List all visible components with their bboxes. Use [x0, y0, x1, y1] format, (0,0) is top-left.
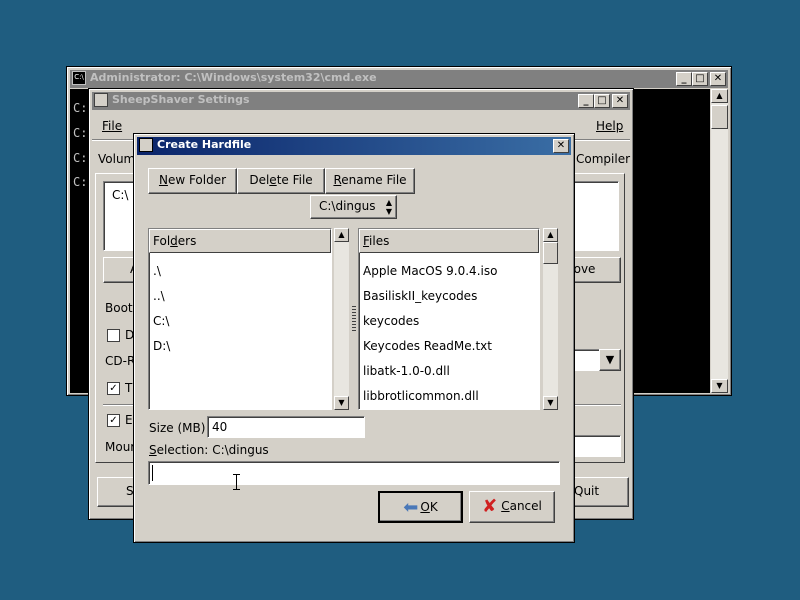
checkbox-label: E — [125, 413, 133, 427]
prompt-line: C: — [73, 101, 88, 115]
quit-button[interactable]: Quit — [569, 477, 629, 507]
folders-list[interactable]: Folders .\ ..\ C:\ D:\ — [148, 228, 332, 410]
rename-file-button[interactable]: Rename File — [325, 168, 415, 194]
scroll-up-icon[interactable]: ▲ — [543, 228, 558, 242]
folders-scrollbar[interactable]: ▲ ▼ — [334, 228, 349, 410]
cancel-button[interactable]: ✘ Cancel — [469, 491, 555, 523]
checkbox-disable-cd[interactable] — [107, 329, 120, 342]
list-item[interactable]: BasiliskII_keycodes — [363, 289, 477, 303]
size-input[interactable]: 40 — [207, 416, 365, 438]
ibeam-cursor-icon — [233, 474, 240, 490]
menu-help[interactable]: Help — [596, 119, 623, 133]
files-scrollbar[interactable]: ▲ ▼ — [543, 228, 558, 410]
close-icon[interactable]: ✕ — [710, 72, 726, 86]
scroll-up-icon[interactable]: ▲ — [334, 228, 349, 242]
scroll-thumb[interactable] — [711, 105, 728, 129]
prompt-line: C: — [73, 126, 88, 140]
mount-label: Mour — [105, 440, 136, 454]
size-label: Size (MB) — [149, 421, 206, 435]
app-icon — [94, 93, 108, 107]
list-item[interactable]: .\ — [153, 264, 161, 278]
tab-volumes[interactable]: Volum — [98, 152, 135, 166]
list-item[interactable]: ..\ — [153, 289, 165, 303]
list-item[interactable]: D:\ — [153, 339, 170, 353]
files-list[interactable]: Files Apple MacOS 9.0.4.iso BasiliskII_k… — [358, 228, 540, 410]
app-icon — [139, 138, 153, 152]
boot-label: Boot — [105, 301, 133, 315]
list-item[interactable]: keycodes — [363, 314, 419, 328]
tab-jit-compiler[interactable]: Compiler — [576, 152, 630, 166]
minimize-icon[interactable]: _ — [578, 94, 594, 108]
list-item[interactable]: C:\ — [112, 188, 128, 202]
filename-input[interactable] — [148, 461, 560, 485]
scroll-down-icon[interactable]: ▼ — [543, 396, 558, 410]
create-hardfile-dialog: Create Hardfile ✕ New Folder Delete File… — [133, 133, 575, 543]
path-combo[interactable]: C:\dingus ▲ ▼ — [310, 195, 397, 219]
dialog-titlebar[interactable]: Create Hardfile ✕ — [137, 137, 571, 155]
files-column-header[interactable]: Files — [359, 229, 539, 253]
new-folder-button[interactable]: New Folder — [148, 168, 237, 194]
close-icon[interactable]: ✕ — [612, 94, 628, 108]
settings-title: SheepShaver Settings — [112, 93, 250, 106]
ok-button[interactable]: ⬅ OK — [378, 491, 463, 523]
cmd-titlebar[interactable]: C:\ Administrator: C:\Windows\system32\c… — [70, 70, 728, 88]
maximize-icon[interactable]: □ — [594, 94, 610, 108]
pane-splitter-handle[interactable] — [352, 306, 356, 332]
cmd-scrollbar[interactable]: ▲ ▼ — [711, 89, 728, 393]
scroll-down-icon[interactable]: ▼ — [711, 379, 728, 393]
size-value: 40 — [212, 420, 228, 434]
cmd-app-icon: C:\ — [72, 71, 86, 85]
list-item[interactable]: Apple MacOS 9.0.4.iso — [363, 264, 497, 278]
menu-file[interactable]: File — [102, 119, 122, 133]
checkbox-e[interactable]: ✓ — [107, 414, 120, 427]
selection-label: Selection: C:\dingus — [149, 443, 269, 457]
maximize-icon[interactable]: □ — [692, 72, 708, 86]
settings-titlebar[interactable]: SheepShaver Settings _ □ ✕ — [92, 92, 630, 110]
selection-value: C:\dingus — [212, 443, 269, 457]
dialog-title: Create Hardfile — [157, 138, 252, 151]
scroll-thumb[interactable] — [543, 242, 558, 264]
ok-arrow-icon: ⬅ — [403, 496, 419, 518]
prompt-line: C: — [73, 151, 88, 165]
list-item[interactable]: libbrotlicommon.dll — [363, 389, 479, 403]
text-caret — [152, 465, 153, 481]
cmd-title: Administrator: C:\Windows\system32\cmd.e… — [90, 71, 377, 84]
scroll-up-icon[interactable]: ▲ — [711, 89, 728, 103]
checkbox-label: T — [125, 381, 133, 395]
prompt-line: C: — [73, 175, 88, 189]
cancel-x-icon: ✘ — [482, 495, 498, 517]
folders-column-header[interactable]: Folders — [149, 229, 331, 253]
list-item[interactable]: Keycodes ReadMe.txt — [363, 339, 492, 353]
delete-file-button[interactable]: Delete File — [237, 168, 325, 194]
list-item[interactable]: libatk-1.0-0.dll — [363, 364, 450, 378]
list-item[interactable]: C:\ — [153, 314, 169, 328]
chevron-down-icon[interactable]: ▼ — [599, 349, 621, 371]
cdrom-label: CD-R — [105, 354, 136, 368]
updown-icon: ▲ ▼ — [385, 198, 392, 216]
scroll-down-icon[interactable]: ▼ — [334, 396, 349, 410]
checkbox-t[interactable]: ✓ — [107, 382, 120, 395]
minimize-icon[interactable]: _ — [676, 72, 692, 86]
close-icon[interactable]: ✕ — [553, 139, 569, 153]
mount-field[interactable] — [569, 435, 621, 457]
